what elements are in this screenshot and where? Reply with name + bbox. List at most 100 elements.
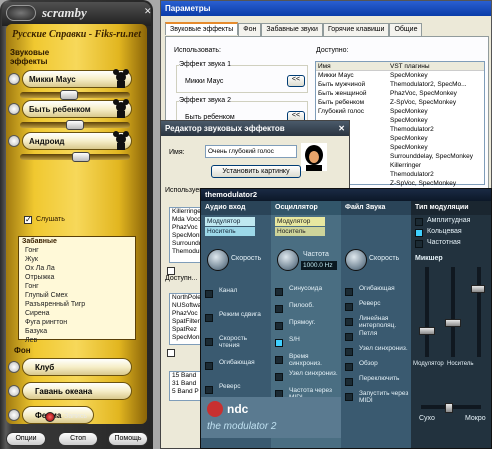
- record-label: Запись: [64, 413, 87, 420]
- close-icon[interactable]: ✕: [338, 121, 345, 136]
- tab-strip: Звуковые эффекты Фон Забавные звуки Горячие…: [165, 22, 423, 36]
- list-item[interactable]: Отрыжка: [22, 273, 135, 282]
- table-row[interactable]: Глубокий голос SpecMonkey: [316, 107, 484, 116]
- list-item[interactable]: Гонг: [22, 246, 135, 255]
- background-radio[interactable]: [8, 409, 20, 421]
- effect1-move-button[interactable]: <<: [287, 75, 305, 87]
- list-item[interactable]: Разъяренный Тигр: [22, 300, 135, 309]
- voice-slider[interactable]: [60, 90, 78, 100]
- master-fader[interactable]: [471, 285, 485, 293]
- record-button[interactable]: [45, 412, 55, 422]
- dry-wet-slider[interactable]: [445, 403, 453, 413]
- voice-radio[interactable]: [8, 103, 20, 115]
- cell-vst: Z-SpVoc, SpecMonkey: [390, 180, 457, 187]
- list-item[interactable]: 31 Band: [170, 380, 204, 388]
- list-item[interactable]: Surrounddelay: [170, 240, 204, 248]
- list-item[interactable]: Mda Vocoder: [170, 216, 204, 224]
- background-button[interactable]: Гавань океана: [22, 382, 132, 400]
- voice-radio[interactable]: [8, 135, 20, 147]
- toggle-button[interactable]: Канал: [205, 287, 269, 305]
- carrier-fader[interactable]: [445, 319, 461, 327]
- voice-label: Андроид: [29, 137, 65, 146]
- table-row[interactable]: Быть женщиной PhazVoc, SpecMonkey: [316, 89, 484, 98]
- cell-vst: PhazVoc, SpecMonkey: [390, 90, 457, 97]
- modulation-option[interactable]: Частотная: [415, 239, 489, 249]
- ndc-logo-icon: [207, 401, 223, 417]
- tab-sound-effects[interactable]: Звуковые эффекты: [165, 22, 239, 35]
- list-item[interactable]: Killerringer: [170, 208, 204, 216]
- tab-general[interactable]: Общие: [389, 23, 423, 36]
- toggle-button[interactable]: Прямоуг.: [275, 319, 339, 337]
- tab-fun-sounds[interactable]: Забавные звуки: [261, 23, 323, 36]
- voice-radio[interactable]: [8, 73, 20, 85]
- toggle-button[interactable]: Время синхрониз.: [275, 353, 339, 371]
- set-picture-button[interactable]: Установить картинку: [211, 165, 301, 178]
- checkbox[interactable]: [167, 267, 175, 275]
- background-radio[interactable]: [8, 361, 20, 373]
- modulation-option[interactable]: Кольцевая: [415, 228, 489, 238]
- speed-knob[interactable]: [345, 249, 367, 271]
- toggle-button[interactable]: Синусоида: [275, 285, 339, 303]
- list-item[interactable]: SpatFilter: [170, 318, 204, 326]
- list-item[interactable]: Лев: [22, 336, 135, 345]
- list-item[interactable]: 5 Band P: [170, 388, 204, 396]
- voice-slider[interactable]: [66, 120, 84, 130]
- modulator-lcd[interactable]: Модулятор: [275, 217, 325, 226]
- list-item[interactable]: SpecMonkey: [170, 334, 204, 342]
- modulator-fader[interactable]: [419, 327, 435, 335]
- cell-vst: Themodulator2, SpecMo...: [390, 81, 467, 88]
- options-button[interactable]: Опции: [6, 432, 46, 446]
- list-item[interactable]: Глупый Смех: [22, 291, 135, 300]
- list-item[interactable]: PhazVoc: [170, 310, 204, 318]
- list-item[interactable]: NorthPole: [170, 294, 204, 302]
- list-item[interactable]: SpatRez: [170, 326, 204, 334]
- list-item[interactable]: PhazVoc: [170, 224, 204, 232]
- carrier-lcd[interactable]: Носитель: [205, 227, 255, 236]
- toggle-button[interactable]: Пилооб.: [275, 302, 339, 320]
- list-item[interactable]: Themodulator2: [170, 248, 204, 256]
- modulation-option[interactable]: Амплитудная: [415, 217, 489, 227]
- name-label: Имя:: [169, 149, 185, 156]
- modulation-column: Тип модуляции Амплитудная Кольцевая Частот…: [411, 201, 491, 448]
- background-button[interactable]: Клуб: [22, 358, 132, 376]
- listen-checkbox[interactable]: ✓: [24, 215, 32, 224]
- close-icon[interactable]: ✕: [144, 6, 152, 16]
- table-row[interactable]: Быть ребенком Z-SpVoc, SpecMonkey: [316, 98, 484, 107]
- checkbox[interactable]: [167, 349, 175, 357]
- carrier-lcd[interactable]: Носитель: [275, 227, 325, 236]
- voice-slider[interactable]: [72, 152, 90, 162]
- list-item[interactable]: Ох Ла Ла: [22, 264, 135, 273]
- help-button[interactable]: Помощь: [108, 432, 148, 446]
- list-item[interactable]: 15 Band: [170, 372, 204, 380]
- toggle-button[interactable]: S/H: [275, 336, 339, 354]
- fun-sounds-list[interactable]: Забавные Гонг Жук Ох Ла Ла Отрыжка Гонг Глупы…: [18, 236, 136, 344]
- brand-area: ndc the modulator 2: [201, 397, 341, 438]
- tab-hotkeys[interactable]: Горячие клавиши: [322, 23, 390, 36]
- speed-knob[interactable]: [207, 249, 229, 271]
- name-input[interactable]: Очень глубокий голос: [205, 145, 297, 158]
- voice-avatar-icon: [112, 69, 130, 89]
- list-item[interactable]: NUSoftware: [170, 302, 204, 310]
- list-item[interactable]: Гонг: [22, 282, 135, 291]
- led-indicator: [345, 378, 353, 386]
- list-item[interactable]: SpecMonkey: [170, 232, 204, 240]
- background-radio[interactable]: [8, 385, 20, 397]
- table-row[interactable]: Быть мужчиной Themodulator2, SpecMo...: [316, 80, 484, 89]
- list-item[interactable]: Фуга рингтон: [22, 318, 135, 327]
- voice-label: Микки Маус: [29, 75, 76, 84]
- led-indicator: [275, 322, 283, 330]
- toggle-button[interactable]: Запустить через MIDI: [345, 390, 409, 408]
- table-row[interactable]: Микки Маус SpecMonkey: [316, 71, 484, 80]
- frequency-knob[interactable]: [277, 249, 299, 271]
- available-label: Доступно:: [316, 47, 349, 54]
- toggle-button[interactable]: Узел синхрониз.: [275, 370, 339, 388]
- toggle-button[interactable]: Режим сдвига: [205, 311, 269, 329]
- list-item[interactable]: Базука: [22, 327, 135, 336]
- list-item[interactable]: Жук: [22, 255, 135, 264]
- list-item[interactable]: Сирена: [22, 309, 135, 318]
- toggle-button[interactable]: Огибающая: [205, 359, 269, 377]
- modulator-lcd[interactable]: Модулятор: [205, 217, 255, 226]
- toggle-button[interactable]: Скорость чтения: [205, 335, 269, 353]
- tab-background[interactable]: Фон: [238, 23, 262, 36]
- stop-button[interactable]: Стоп: [58, 432, 98, 446]
